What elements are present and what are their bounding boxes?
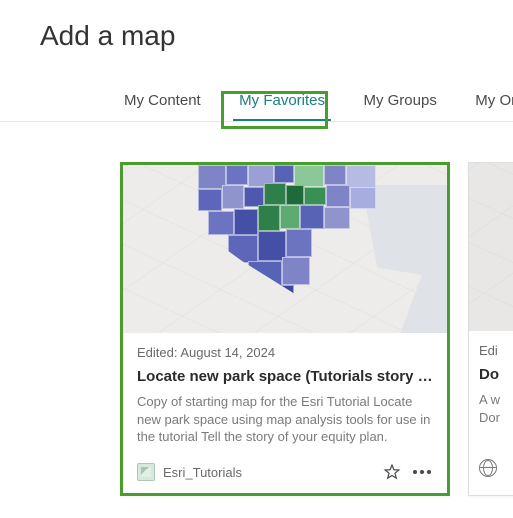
more-options-button[interactable] xyxy=(411,461,433,483)
tab-my-content[interactable]: My Content xyxy=(118,84,207,121)
card-description: A w Dor xyxy=(479,391,513,443)
map-card[interactable]: Edited: August 14, 2024 Locate new park … xyxy=(120,162,450,496)
owner-avatar-icon xyxy=(137,463,155,481)
tab-my-favorites[interactable]: My Favorites xyxy=(233,84,331,121)
map-card[interactable]: Edi Do A w Dor xyxy=(468,162,513,496)
card-title: Locate new park space (Tutorials story … xyxy=(137,368,433,385)
ellipsis-icon xyxy=(413,470,431,474)
tab-my-groups[interactable]: My Groups xyxy=(357,84,442,121)
tab-my-organization[interactable]: My Organization xyxy=(469,84,513,121)
card-edited: Edi xyxy=(479,343,513,358)
favorite-button[interactable] xyxy=(381,461,403,483)
star-icon xyxy=(383,463,401,481)
card-title: Do xyxy=(479,366,513,383)
globe-icon xyxy=(479,459,497,477)
map-thumbnail xyxy=(469,163,513,331)
map-thumbnail xyxy=(123,165,447,333)
card-edited: Edited: August 14, 2024 xyxy=(137,345,433,360)
cards-row: Edited: August 14, 2024 Locate new park … xyxy=(120,162,513,496)
tabs-bar: My Content My Favorites My Groups My Org… xyxy=(0,84,513,122)
card-owner: Esri_Tutorials xyxy=(163,465,373,480)
page-title: Add a map xyxy=(0,0,513,52)
card-description: Copy of starting map for the Esri Tutori… xyxy=(137,393,433,445)
